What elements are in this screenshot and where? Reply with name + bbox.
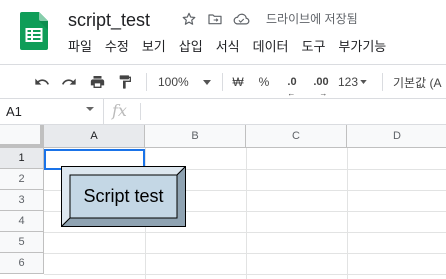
font-value: 기본값 (A — [393, 75, 442, 90]
more-formats-label: 123 — [338, 75, 359, 89]
grid-line — [44, 232, 446, 233]
menu-addons[interactable]: 부가기능 — [338, 38, 386, 56]
document-title[interactable]: script_test — [68, 9, 150, 31]
redo-icon[interactable] — [59, 72, 79, 92]
menu-view[interactable]: 보기 — [142, 38, 166, 56]
currency-symbol: ₩ — [232, 75, 244, 89]
currency-format-button[interactable]: ₩ — [230, 72, 246, 92]
column-header-a[interactable]: A — [44, 125, 145, 148]
zoom-value: 100% — [158, 75, 189, 89]
name-box-value: A1 — [6, 104, 22, 119]
select-all-corner[interactable] — [0, 125, 44, 148]
title-icons — [180, 10, 258, 28]
cloud-done-icon[interactable] — [232, 10, 250, 28]
save-status[interactable]: 드라이브에 저장됨 — [266, 11, 358, 27]
grid-line — [347, 148, 348, 279]
star-icon[interactable] — [180, 10, 198, 28]
toolbar: 100% ₩ % .0 ← .00 → 123 기본값 (A — [0, 64, 446, 99]
app-header: script_test 드라이브에 저장됨 파일 수정 보기 삽입 서식 데이터… — [0, 0, 446, 64]
column-header-c[interactable]: C — [246, 125, 347, 148]
chevron-down-icon — [202, 79, 211, 85]
toolbar-divider — [222, 73, 223, 91]
drawing-button-label: Script test — [83, 186, 164, 206]
row-header-4[interactable]: 4 — [0, 211, 44, 232]
menu-bar: 파일 수정 보기 삽입 서식 데이터 도구 부가기능 — [68, 38, 399, 56]
decrease-decimal-button[interactable]: .0 ← — [283, 72, 301, 98]
menu-data[interactable]: 데이터 — [253, 38, 289, 56]
row-header-6[interactable]: 6 — [0, 253, 44, 274]
row-header-1[interactable]: 1 — [0, 148, 44, 169]
toolbar-divider — [146, 73, 147, 91]
formula-bar: A1 fx — [0, 99, 446, 125]
chevron-down-icon — [360, 80, 367, 84]
paint-format-icon[interactable] — [115, 72, 135, 92]
row-header-3[interactable]: 3 — [0, 190, 44, 211]
percent-format-button[interactable]: % — [256, 72, 272, 92]
font-select[interactable]: 기본값 (A — [393, 72, 446, 92]
menu-edit[interactable]: 수정 — [105, 38, 129, 56]
menu-format[interactable]: 서식 — [216, 38, 240, 56]
percent-symbol: % — [258, 75, 270, 89]
print-icon[interactable] — [86, 72, 108, 92]
decrease-decimal-icon: .0 ← — [287, 76, 297, 98]
fx-icon: fx — [112, 101, 127, 120]
formula-divider — [140, 103, 141, 120]
increase-decimal-label: .00 — [313, 76, 329, 88]
grid-line — [44, 274, 446, 275]
google-sheets-logo-icon[interactable] — [20, 12, 48, 50]
grid-line — [44, 253, 446, 254]
increase-decimal-button[interactable]: .00 → — [310, 72, 332, 98]
row-header-2[interactable]: 2 — [0, 169, 44, 190]
grid-line — [246, 148, 247, 279]
chevron-down-icon — [86, 107, 94, 111]
column-header-b[interactable]: B — [145, 125, 246, 148]
name-box[interactable]: A1 — [0, 99, 104, 124]
increase-decimal-icon: .00 → — [313, 76, 329, 98]
toolbar-divider — [382, 73, 383, 91]
decrease-decimal-label: .0 — [287, 76, 297, 88]
script-test-drawing-button[interactable]: Script test — [60, 165, 187, 228]
menu-insert[interactable]: 삽입 — [179, 38, 203, 56]
row-header-5[interactable]: 5 — [0, 232, 44, 253]
more-formats-button[interactable]: 123 — [338, 72, 370, 92]
menu-file[interactable]: 파일 — [68, 38, 92, 56]
undo-icon[interactable] — [32, 72, 52, 92]
menu-tools[interactable]: 도구 — [302, 38, 326, 56]
zoom-select[interactable]: 100% — [158, 72, 214, 92]
column-header-d[interactable]: D — [347, 125, 446, 148]
move-to-folder-icon[interactable] — [206, 10, 224, 28]
